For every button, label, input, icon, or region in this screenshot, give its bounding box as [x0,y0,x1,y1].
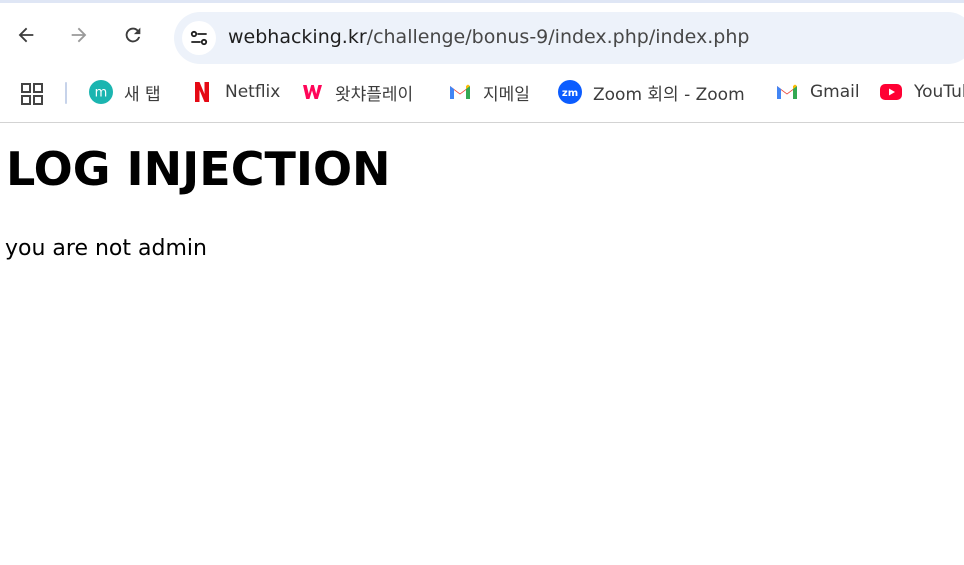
bookmark-netflix[interactable]: Netflix [190,79,280,105]
bookmark-label: 지메일 [483,84,530,105]
tune-icon [190,30,208,46]
url-text[interactable]: webhacking.kr/challenge/bonus-9/index.ph… [228,26,749,48]
gmail-icon [448,80,472,104]
url-path: /challenge/bonus-9/index.php/index.php [366,26,750,48]
zoom-icon: zm [558,80,582,104]
bookmark-watcha[interactable]: 왓챠플레이 [300,79,413,105]
back-button[interactable] [8,17,44,53]
bookmark-youtube[interactable]: YouTube [879,79,964,105]
bookmark-label: Netflix [225,82,281,102]
bookmark-label: Gmail [810,82,860,102]
forward-button[interactable] [61,17,97,53]
bookmark-gmail[interactable]: Gmail [775,79,860,105]
page-content: LOG INJECTION you are not admin [0,124,964,565]
netflix-icon [190,80,214,104]
bookmark-label: 왓챠플레이 [335,84,414,105]
bookmarks-separator [65,82,67,104]
bookmark-label: Zoom 회의 - Zoom [593,84,745,105]
bookmark-label: YouTube [914,82,964,102]
url-host: webhacking.kr [228,26,367,48]
svg-text:zm: zm [562,88,578,99]
arrow-right-icon [71,27,87,43]
status-message: you are not admin [5,236,207,261]
bookmark-gmail-kr[interactable]: 지메일 [448,79,530,105]
watcha-icon [300,80,324,104]
bookmark-new-tab[interactable]: m 새 탭 [89,79,161,105]
new-tab-m-icon: m [89,80,113,104]
bookmark-zoom[interactable]: zm Zoom 회의 - Zoom [558,79,745,105]
bookmarks-bar: m 새 탭 Netflix 왓챠플레이 지메일 zm Zoom 회의 - Zoo… [0,70,964,123]
gmail-icon [775,80,799,104]
bookmark-label: 새 탭 [124,84,161,105]
arrow-left-icon [18,27,34,43]
youtube-icon [879,80,903,104]
site-info-button[interactable] [182,21,216,55]
reload-button[interactable] [115,17,151,53]
reload-icon [125,27,141,43]
apps-grid-icon[interactable] [20,82,44,106]
browser-toolbar: webhacking.kr/challenge/bonus-9/index.ph… [0,0,964,70]
address-bar[interactable]: webhacking.kr/challenge/bonus-9/index.ph… [174,12,964,64]
page-title: LOG INJECTION [6,142,391,196]
svg-text:m: m [95,86,108,101]
